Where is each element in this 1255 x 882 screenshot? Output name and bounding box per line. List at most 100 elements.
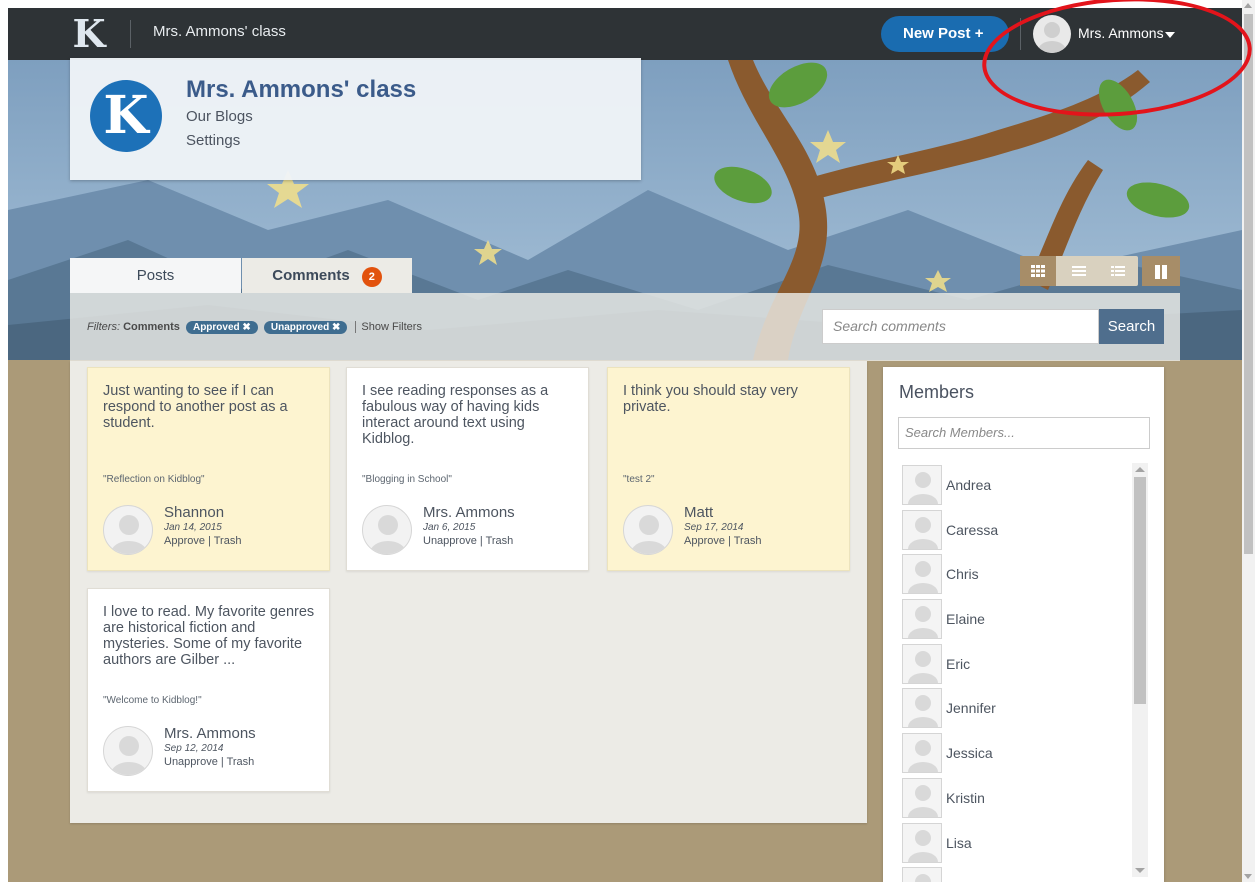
comment-date: Sep 17, 2014: [684, 522, 744, 533]
window-frame-top: [0, 0, 1255, 8]
comment-text: I see reading responses as a fabulous wa…: [362, 383, 549, 447]
avatar: [902, 554, 942, 595]
members-list: Andrea Caressa Chris Elaine Eric Jennife…: [898, 465, 1134, 882]
filters: Filters: Comments Approved ✖ Unapproved …: [87, 321, 422, 334]
tab-comments-label: Comments: [272, 267, 350, 284]
avatar: [103, 505, 153, 555]
member-name: Eric: [946, 655, 971, 672]
avatar: [902, 465, 942, 505]
avatar: [902, 509, 942, 550]
top-navigation-bar: K Mrs. Ammons' class New Post + Mrs. Amm…: [8, 8, 1242, 60]
scroll-up-icon[interactable]: [1244, 3, 1252, 8]
detail-list-view-icon[interactable]: [1100, 256, 1136, 286]
comment-card[interactable]: Just wanting to see if I can respond to …: [87, 367, 330, 571]
divider: [130, 20, 131, 48]
filter-bar: Filters: Comments Approved ✖ Unapproved …: [70, 293, 1180, 361]
view-mode-switcher: [1020, 256, 1138, 286]
member-item[interactable]: Eric: [898, 643, 1134, 689]
page-scrollbar-thumb[interactable]: [1244, 14, 1253, 554]
list-view-icon[interactable]: [1061, 256, 1097, 286]
comment-post-title[interactable]: "test 2": [623, 474, 655, 485]
chevron-down-icon[interactable]: [1165, 32, 1175, 38]
member-item[interactable]: Jennifer: [898, 688, 1134, 733]
member-name: Chris: [946, 566, 979, 583]
avatar: [902, 688, 942, 729]
comment-author: Mrs. Ammons: [164, 725, 256, 742]
class-logo: K: [90, 80, 162, 152]
tab-posts[interactable]: Posts: [70, 258, 241, 293]
tab-comments[interactable]: Comments 2: [242, 258, 412, 293]
member-name: Jennifer: [946, 700, 996, 717]
filters-label: Filters:: [87, 321, 120, 333]
class-title-link[interactable]: Mrs. Ammons' class: [153, 23, 286, 40]
avatar: [902, 822, 942, 863]
scrollbar-thumb[interactable]: [1134, 477, 1146, 704]
comment-date: Jan 14, 2015: [164, 522, 222, 533]
comment-post-title[interactable]: "Blogging in School": [362, 474, 452, 485]
search-button[interactable]: Search: [1099, 309, 1164, 344]
tab-posts-label: Posts: [136, 267, 175, 284]
comment-text: I think you should stay very private.: [623, 383, 798, 415]
comment-post-title[interactable]: "Welcome to Kidblog!": [103, 695, 202, 706]
comments-count-badge: 2: [361, 267, 382, 287]
show-filters-link[interactable]: Show Filters: [355, 321, 422, 333]
member-name: Andrea: [946, 477, 992, 493]
our-blogs-link[interactable]: Our Blogs: [186, 108, 253, 125]
avatar: [902, 777, 942, 818]
avatar: [902, 733, 942, 774]
member-item[interactable]: Chris: [898, 554, 1134, 599]
comment-actions[interactable]: Approve | Trash: [164, 535, 241, 547]
comments-panel: Just wanting to see if I can respond to …: [70, 361, 867, 823]
members-scrollbar[interactable]: [1132, 463, 1148, 877]
member-item[interactable]: Elaine: [898, 599, 1134, 644]
avatar: [362, 505, 412, 555]
members-sidebar: Members Search Members... Andrea Caressa…: [883, 367, 1164, 882]
divider: [1020, 18, 1021, 50]
member-item[interactable]: Kristin: [898, 777, 1134, 823]
settings-link[interactable]: Settings: [186, 132, 240, 149]
avatar: [902, 867, 942, 882]
comment-actions[interactable]: Unapprove | Trash: [423, 535, 513, 547]
page-scrollbar[interactable]: [1242, 0, 1255, 882]
member-item[interactable]: Jessica: [898, 733, 1134, 778]
comment-author: Shannon: [164, 504, 225, 521]
user-menu-name[interactable]: Mrs. Ammons: [1078, 25, 1164, 41]
scroll-up-icon[interactable]: [1135, 467, 1145, 472]
member-item[interactable]: Caressa: [898, 509, 1134, 555]
member-name: Caressa: [946, 521, 999, 538]
user-silhouette-icon: [1038, 22, 1066, 53]
comment-author: Matt: [684, 504, 714, 521]
filter-chip-approved[interactable]: Approved ✖: [185, 321, 258, 334]
comment-card[interactable]: I love to read. My favorite genres are h…: [87, 588, 330, 792]
member-name: Elaine: [946, 611, 985, 628]
comment-date: Jan 6, 2015: [423, 522, 476, 533]
search-members-input[interactable]: Search Members...: [898, 417, 1150, 449]
comment-card[interactable]: I see reading responses as a fabulous wa…: [346, 367, 589, 571]
comment-post-title[interactable]: "Reflection on Kidblog": [103, 474, 205, 485]
comment-date: Sep 12, 2014: [164, 743, 224, 754]
sidebar-toggle-icon[interactable]: [1142, 256, 1180, 286]
scroll-down-icon[interactable]: [1135, 868, 1145, 873]
member-item[interactable]: Lisa: [898, 822, 1134, 868]
comment-actions[interactable]: Unapprove | Trash: [164, 756, 254, 768]
plus-icon: +: [974, 25, 984, 42]
class-header-card: K Mrs. Ammons' class Our Blogs Settings: [70, 58, 641, 180]
member-item[interactable]: Andrea: [898, 465, 1134, 510]
avatar: [902, 643, 942, 684]
scroll-down-icon[interactable]: [1244, 874, 1252, 879]
search-comments-input[interactable]: Search comments: [822, 309, 1099, 344]
filter-type: Comments: [123, 321, 180, 333]
comment-actions[interactable]: Approve | Trash: [684, 535, 761, 547]
new-post-button[interactable]: New Post +: [881, 16, 1009, 52]
filter-chip-unapproved[interactable]: Unapproved ✖: [263, 321, 348, 334]
member-item[interactable]: [898, 867, 1134, 882]
member-name: Jessica: [946, 745, 993, 762]
kidblog-logo[interactable]: K: [70, 14, 108, 54]
comment-text: Just wanting to see if I can respond to …: [103, 383, 288, 431]
member-name: Lisa: [946, 834, 972, 851]
comment-card[interactable]: I think you should stay very private. "t…: [607, 367, 850, 571]
class-heading[interactable]: Mrs. Ammons' class: [186, 76, 416, 104]
user-avatar[interactable]: [1033, 15, 1071, 53]
grid-view-icon[interactable]: [1020, 256, 1056, 286]
avatar: [103, 726, 153, 776]
